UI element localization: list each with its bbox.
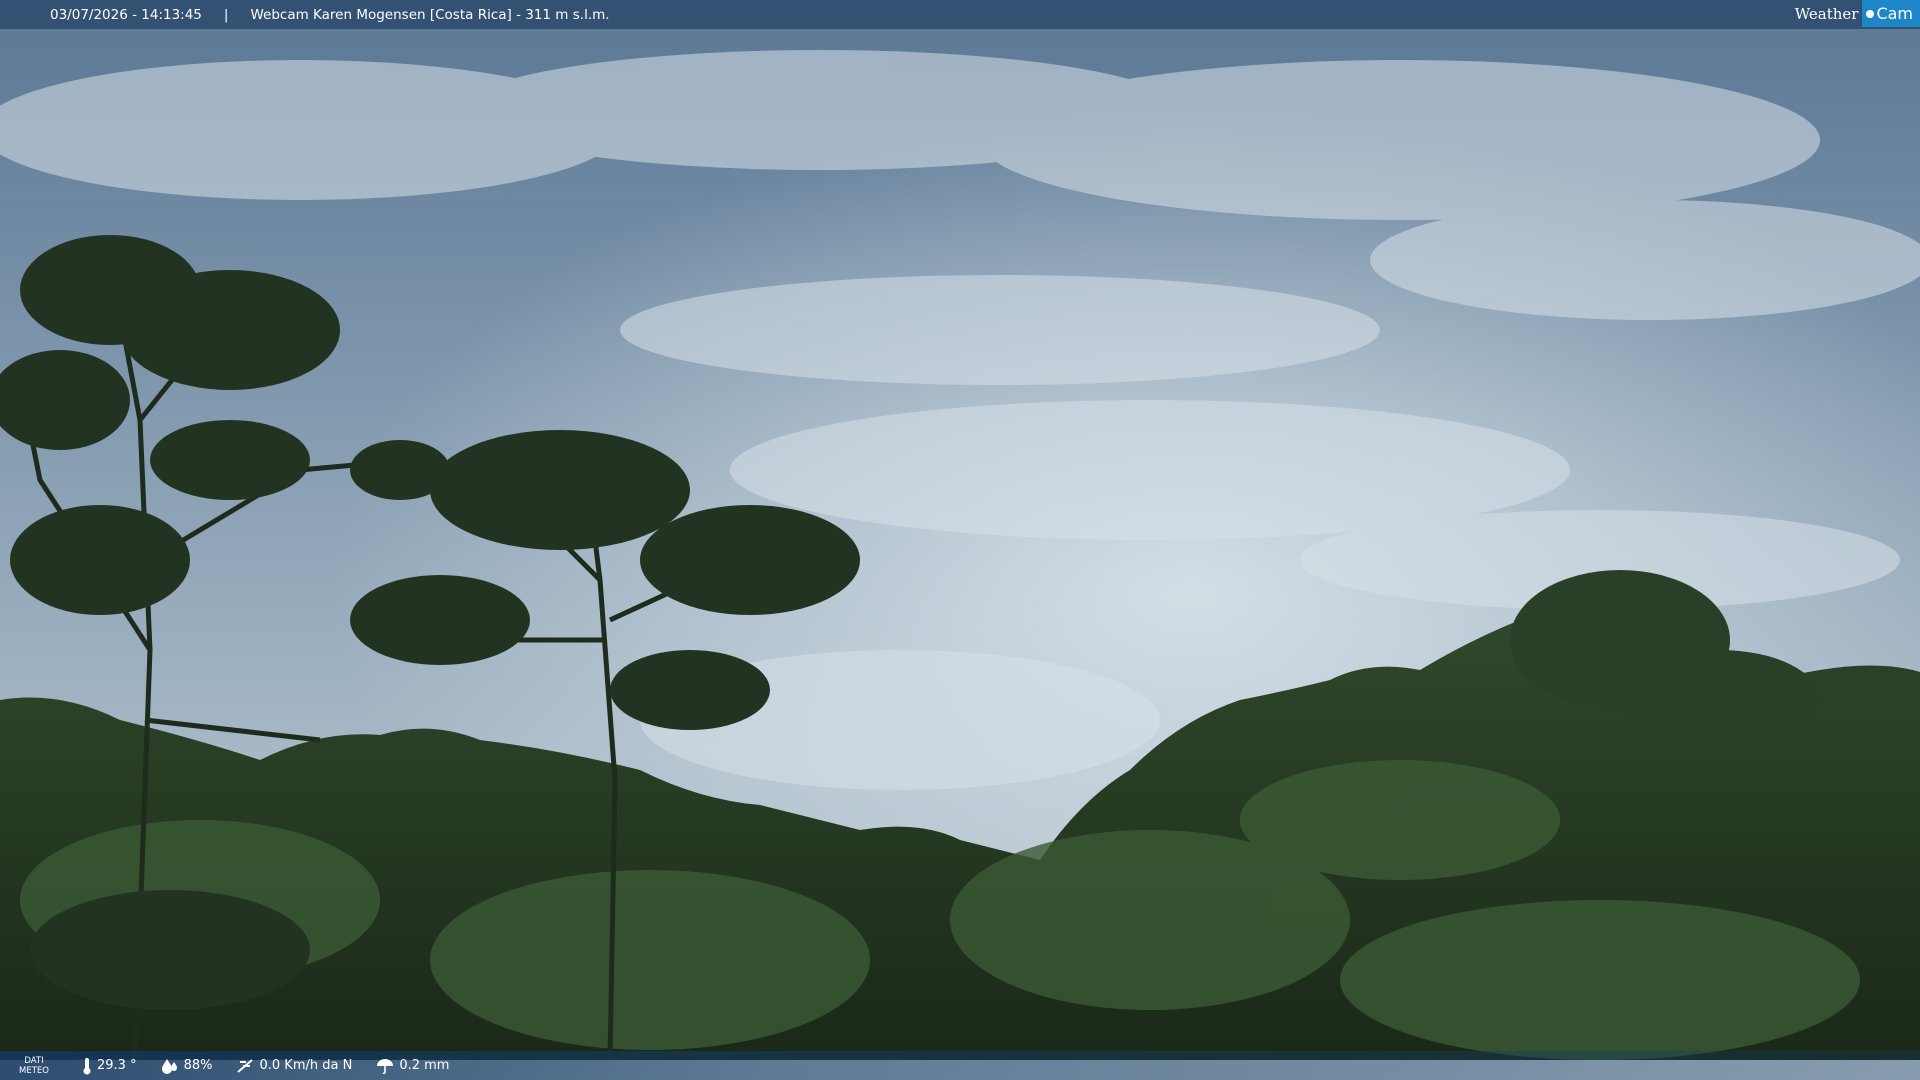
humidity-item: 88%: [161, 1058, 213, 1074]
logo-word: Weather: [1794, 4, 1859, 23]
wind-item: 0.0 Km/h da N: [236, 1058, 352, 1074]
thermometer-icon: [83, 1057, 91, 1074]
dati-meteo-label[interactable]: DATI METEO: [8, 1056, 60, 1076]
top-info-bar: 03/07/2026 - 14:13:45 | Webcam Karen Mog…: [0, 0, 1920, 29]
weathercam-logo[interactable]: Weather Cam: [1789, 0, 1920, 27]
dati-line2: METEO: [19, 1065, 49, 1076]
humidity-drop-icon: [161, 1058, 177, 1074]
humidity-value: 88%: [183, 1058, 213, 1073]
webcam-image: [0, 0, 1920, 1080]
datetime-text: 03/07/2026 - 14:13:45: [50, 6, 202, 23]
webcam-title: Webcam Karen Mogensen [Costa Rica] - 311…: [250, 6, 610, 23]
rain-umbrella-icon: [377, 1058, 394, 1074]
bottom-weather-bar: DATI METEO 29.3 ° 88% 0.0 Km/h da N 0.2 …: [0, 1051, 1920, 1080]
rain-item: 0.2 mm: [376, 1058, 449, 1074]
wind-value: 0.0 Km/h da N: [259, 1058, 353, 1073]
dati-line1: DATI: [24, 1055, 44, 1066]
rain-value: 0.2 mm: [399, 1058, 450, 1073]
wind-icon: [237, 1058, 254, 1073]
temperature-value: 29.3 °: [97, 1058, 137, 1073]
logo-cam-text: Cam: [1876, 4, 1913, 23]
temperature-item: 29.3 °: [82, 1057, 137, 1075]
separator: |: [223, 6, 229, 23]
logo-dot-icon: [1866, 9, 1875, 18]
logo-cam-badge: Cam: [1862, 0, 1920, 27]
